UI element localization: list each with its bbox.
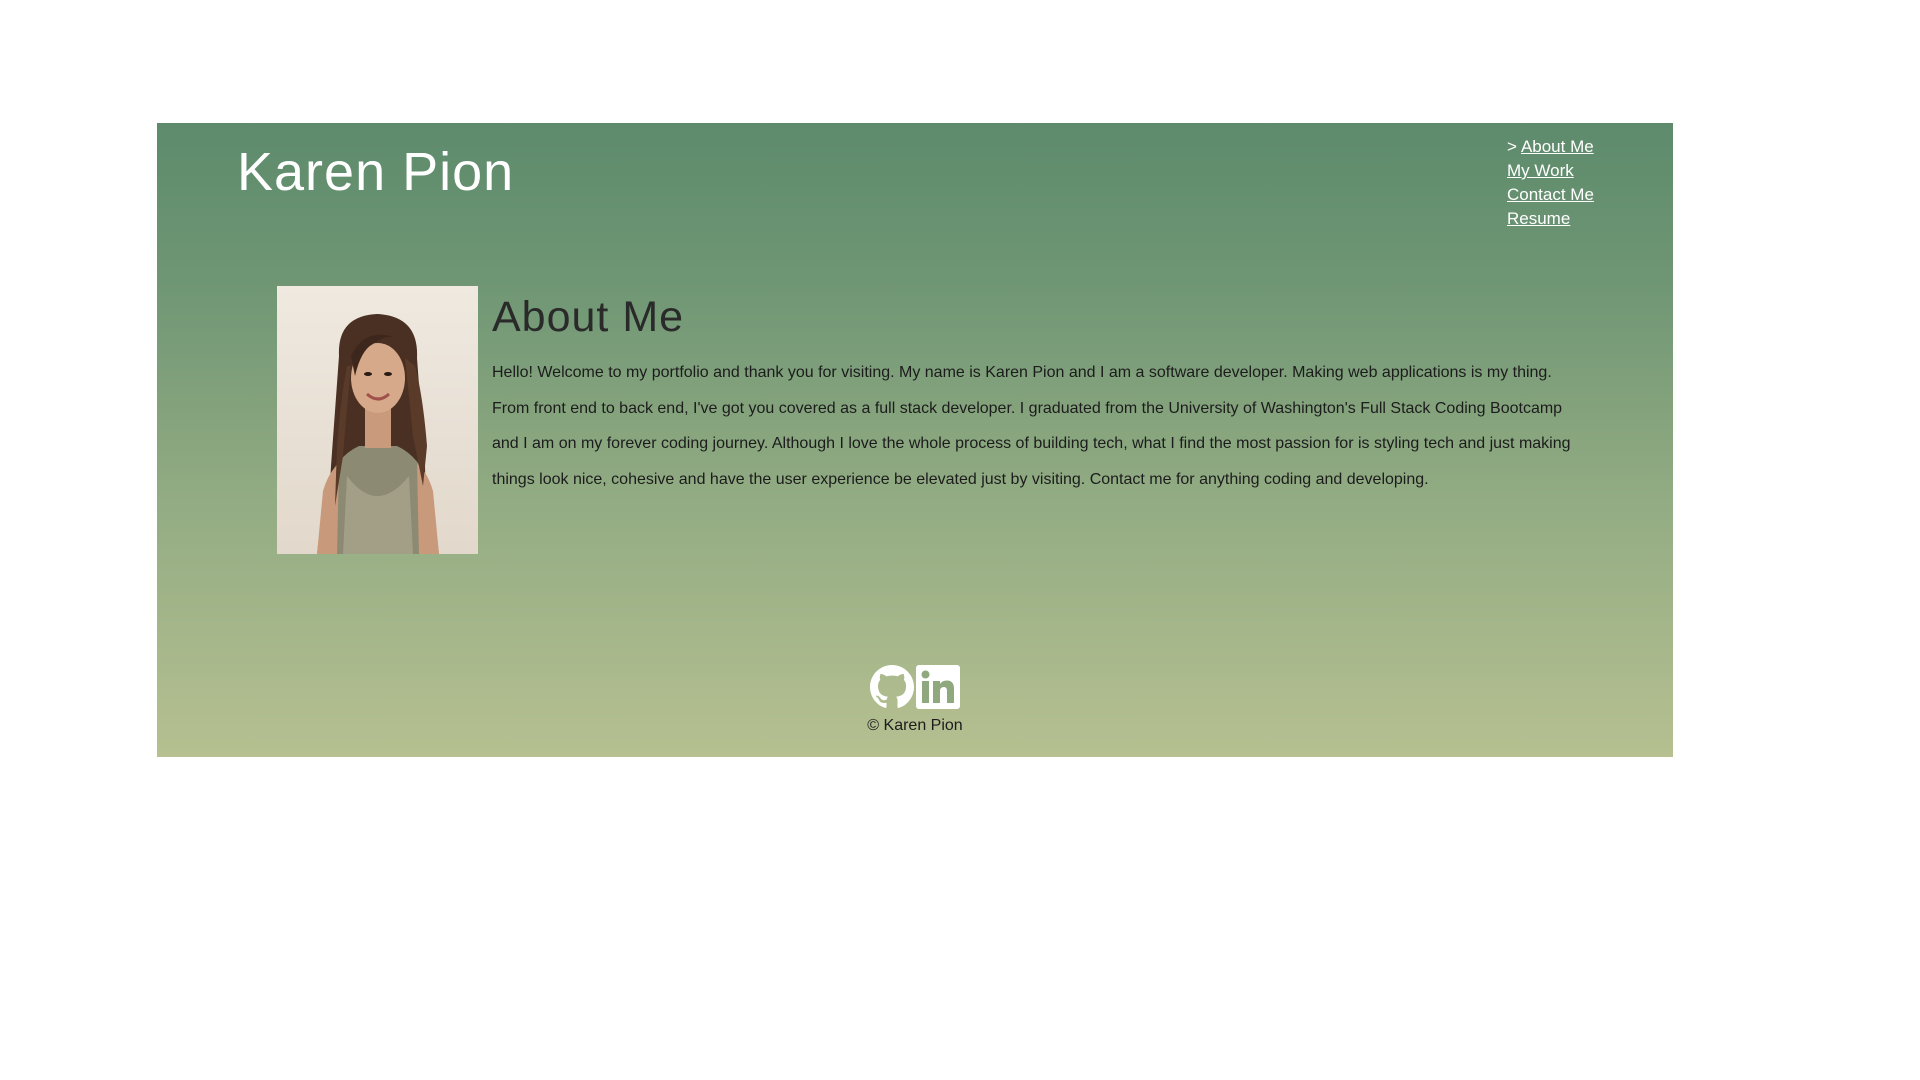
site-title: Karen Pion xyxy=(237,142,515,202)
nav-link-contact-me[interactable]: Contact Me xyxy=(1507,185,1594,204)
about-text: Hello! Welcome to my portfolio and thank… xyxy=(492,364,1571,488)
nav-link-about-me[interactable]: About Me xyxy=(1521,137,1594,156)
page-panel: Karen Pion > About Me My Work Contact Me … xyxy=(157,123,1673,757)
nav-link-my-work[interactable]: My Work xyxy=(1507,161,1574,180)
profile-photo-illustration xyxy=(277,286,478,554)
nav-item-my-work: My Work xyxy=(1507,159,1594,183)
footer: © Karen Pion xyxy=(157,665,1673,735)
main-nav: > About Me My Work Contact Me Resume xyxy=(1507,135,1594,231)
nav-item-contact-me: Contact Me xyxy=(1507,183,1594,207)
profile-photo xyxy=(277,286,478,554)
copyright-text: © Karen Pion xyxy=(867,717,963,734)
active-nav-marker: > xyxy=(1507,137,1517,156)
linkedin-icon[interactable] xyxy=(916,665,960,709)
about-heading: About Me xyxy=(492,293,685,341)
nav-link-resume[interactable]: Resume xyxy=(1507,209,1570,228)
nav-item-about-me: > About Me xyxy=(1507,135,1594,159)
nav-item-resume: Resume xyxy=(1507,207,1594,231)
social-links xyxy=(870,665,960,709)
github-icon[interactable] xyxy=(870,665,914,709)
